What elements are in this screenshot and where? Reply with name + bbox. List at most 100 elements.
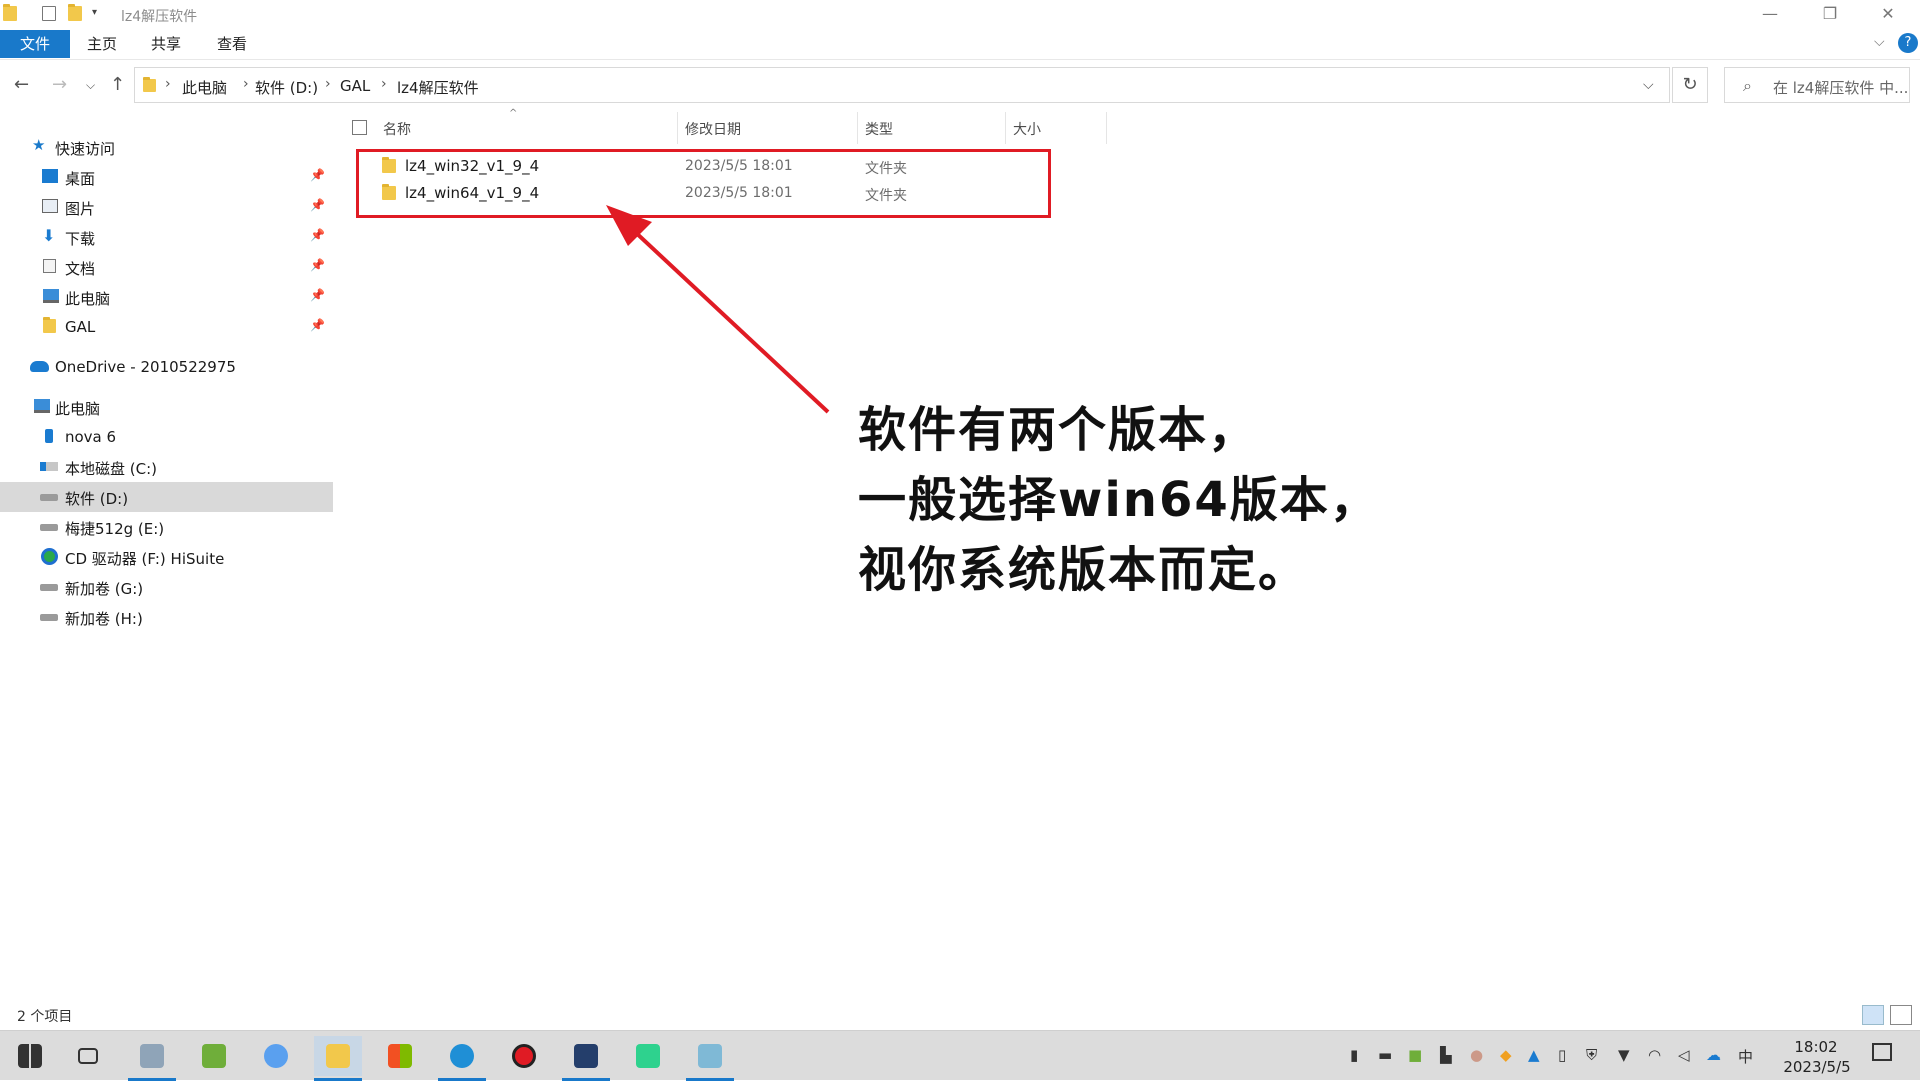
tray-battery-icon[interactable]: ▬ xyxy=(1378,1046,1392,1064)
pin-icon[interactable]: 📌 xyxy=(310,288,325,302)
help-icon[interactable]: ? xyxy=(1898,33,1918,53)
tray-onedrive-icon[interactable]: ☁ xyxy=(1706,1046,1721,1064)
sidebar-item-drive-g[interactable]: 新加卷 (G:) xyxy=(0,572,333,602)
taskbar-app-edge[interactable] xyxy=(438,1036,486,1081)
minimize-button[interactable]: — xyxy=(1742,0,1798,28)
wifi-icon[interactable]: ◠ xyxy=(1648,1046,1661,1064)
tray-app-icon[interactable]: ● xyxy=(1470,1046,1483,1064)
sidebar-item-label: OneDrive - 2010522975 xyxy=(55,358,236,376)
close-button[interactable]: ✕ xyxy=(1860,0,1916,28)
column-header-date[interactable]: 修改日期 xyxy=(685,119,741,139)
restore-button[interactable]: ❐ xyxy=(1802,0,1858,28)
sidebar-item-pictures[interactable]: 图片 📌 xyxy=(0,192,333,222)
column-divider[interactable] xyxy=(1106,112,1107,144)
tab-home[interactable]: 主页 xyxy=(82,30,122,58)
clock-time[interactable]: 18:02 xyxy=(1786,1038,1846,1056)
task-view-button[interactable] xyxy=(66,1036,114,1076)
sidebar-item-label: 此电脑 xyxy=(65,290,111,308)
sidebar-item-desktop[interactable]: 桌面 📌 xyxy=(0,162,333,192)
new-folder-icon[interactable] xyxy=(68,4,82,21)
breadcrumb-gal[interactable]: GAL xyxy=(340,77,370,95)
start-button[interactable] xyxy=(6,1036,54,1076)
taskbar-app-store[interactable] xyxy=(376,1036,424,1076)
up-icon[interactable]: ↑ xyxy=(110,74,125,95)
sidebar-item-documents[interactable]: 文档 📌 xyxy=(0,252,333,282)
tray-shield-orange-icon[interactable]: ◆ xyxy=(1500,1046,1512,1064)
tray-bookmark-icon[interactable]: ▙ xyxy=(1440,1046,1452,1064)
sidebar-item-gal[interactable]: GAL 📌 xyxy=(0,312,333,342)
sidebar-item-nova6[interactable]: nova 6 xyxy=(0,422,333,452)
sidebar-item-drive-e[interactable]: 梅捷512g (E:) xyxy=(0,512,333,542)
tab-file[interactable]: 文件 xyxy=(0,30,70,58)
column-divider[interactable] xyxy=(677,112,678,144)
breadcrumb-drive-d[interactable]: 软件 (D:) xyxy=(255,77,318,98)
tray-security-icon[interactable]: ⛨ xyxy=(1586,1046,1597,1064)
sidebar-item-onedrive[interactable]: OneDrive - 2010522975 xyxy=(0,352,333,382)
pin-icon[interactable]: 📌 xyxy=(310,258,325,272)
notification-icon[interactable] xyxy=(1872,1043,1892,1061)
windows-logo-icon xyxy=(18,1044,42,1068)
breadcrumb-separator-icon[interactable]: › xyxy=(381,76,387,92)
column-header-type[interactable]: 类型 xyxy=(865,119,893,139)
breadcrumb-separator-icon[interactable]: › xyxy=(243,76,249,92)
column-divider[interactable] xyxy=(1005,112,1006,144)
search-input[interactable]: 在 lz4解压软件 中... xyxy=(1773,77,1908,98)
sidebar-item-quick-access[interactable]: ★ 快速访问 xyxy=(0,132,333,162)
quick-access-dropdown-icon[interactable]: ▾ xyxy=(92,7,97,18)
recent-locations-icon[interactable]: ⌵ xyxy=(86,78,95,93)
properties-icon[interactable] xyxy=(42,6,56,21)
expand-ribbon-icon[interactable]: ⌵ xyxy=(1874,34,1885,50)
app-icon xyxy=(636,1044,660,1068)
ime-indicator[interactable]: 中 xyxy=(1738,1046,1753,1067)
select-all-checkbox[interactable] xyxy=(352,120,367,135)
details-view-icon[interactable] xyxy=(1862,1005,1884,1025)
refresh-button[interactable]: ↻ xyxy=(1672,67,1708,103)
taskbar-app-green[interactable] xyxy=(624,1036,672,1076)
sidebar-item-drive-d[interactable]: 软件 (D:) xyxy=(0,482,333,512)
sidebar-item-downloads[interactable]: ⬇ 下载 📌 xyxy=(0,222,333,252)
tray-device-icon[interactable]: ▯ xyxy=(1558,1046,1566,1064)
sidebar-item-this-pc-pinned[interactable]: 此电脑 📌 xyxy=(0,282,333,312)
clock-date[interactable]: 2023/5/5 xyxy=(1772,1058,1862,1076)
back-icon[interactable]: ← xyxy=(14,74,29,95)
column-header-name[interactable]: 名称 xyxy=(383,119,411,139)
taskbar-app-2[interactable] xyxy=(190,1036,238,1076)
breadcrumb-separator-icon[interactable]: › xyxy=(325,76,331,92)
column-divider[interactable] xyxy=(857,112,858,144)
taskbar-app-cat[interactable] xyxy=(562,1036,610,1081)
search-box[interactable]: ⌕ 在 lz4解压软件 中... xyxy=(1724,67,1910,103)
breadcrumb-separator-icon[interactable]: › xyxy=(165,76,171,92)
large-icons-view-icon[interactable] xyxy=(1890,1005,1912,1025)
sidebar-item-drive-c[interactable]: 本地磁盘 (C:) xyxy=(0,452,333,482)
taskbar-app-notes[interactable] xyxy=(686,1036,734,1081)
pin-icon[interactable]: 📌 xyxy=(310,198,325,212)
column-header-row: ^ 名称 修改日期 类型 大小 xyxy=(340,108,1110,146)
tab-view[interactable]: 查看 xyxy=(212,30,252,58)
taskbar-app-baidu-netdisk[interactable] xyxy=(252,1036,300,1076)
drive-icon xyxy=(40,584,58,591)
taskbar-app-1[interactable] xyxy=(128,1036,176,1081)
tray-nvidia-icon[interactable]: ■ xyxy=(1408,1046,1422,1064)
documents-icon xyxy=(43,259,56,273)
taskbar-app-file-explorer[interactable] xyxy=(314,1036,362,1081)
address-dropdown-icon[interactable]: ⌵ xyxy=(1643,77,1654,93)
column-header-size[interactable]: 大小 xyxy=(1013,119,1041,139)
tray-network-icon[interactable]: ▼ xyxy=(1618,1046,1630,1064)
volume-icon[interactable]: ◁ xyxy=(1678,1046,1690,1064)
sidebar-item-this-pc[interactable]: 此电脑 xyxy=(0,392,333,422)
sidebar-item-drive-f[interactable]: CD 驱动器 (F:) HiSuite xyxy=(0,542,333,572)
tab-share[interactable]: 共享 xyxy=(146,30,186,58)
forward-icon[interactable]: → xyxy=(52,74,67,95)
pin-icon[interactable]: 📌 xyxy=(310,168,325,182)
breadcrumb-current-folder[interactable]: lz4解压软件 xyxy=(397,77,479,98)
tray-azure-icon[interactable]: ▲ xyxy=(1528,1046,1540,1064)
pin-icon[interactable]: 📌 xyxy=(310,318,325,332)
pin-icon[interactable]: 📌 xyxy=(310,228,325,242)
address-bar[interactable]: › 此电脑 › 软件 (D:) › GAL › lz4解压软件 ⌵ xyxy=(134,67,1670,103)
breadcrumb-this-pc[interactable]: 此电脑 xyxy=(182,77,227,98)
drive-icon xyxy=(40,524,58,531)
tray-usb-icon[interactable]: ▮ xyxy=(1350,1046,1358,1064)
taskbar-app-recorder[interactable] xyxy=(500,1036,548,1076)
task-view-icon xyxy=(78,1048,98,1064)
sidebar-item-drive-h[interactable]: 新加卷 (H:) xyxy=(0,602,333,632)
